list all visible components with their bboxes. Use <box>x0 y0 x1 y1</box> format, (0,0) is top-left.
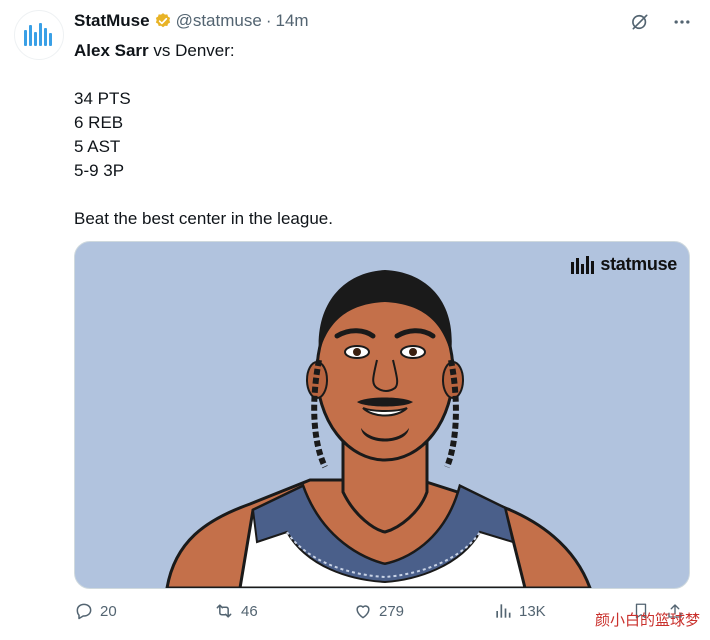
tweet-text-headline: Alex Sarr vs Denver: <box>74 39 684 63</box>
closing-line: Beat the best center in the league. <box>74 209 333 228</box>
player-illustration <box>165 270 592 588</box>
stat-line: 5-9 3P <box>74 161 125 180</box>
statmuse-logo-icon <box>571 255 595 274</box>
retweet-icon <box>216 604 232 618</box>
views-count: 13K <box>519 602 546 620</box>
grok-icon <box>632 14 648 30</box>
more-icon <box>674 20 690 24</box>
separator: · <box>265 11 272 30</box>
reply-icon <box>76 603 92 620</box>
statmuse-watermark-logo: statmuse <box>570 254 677 275</box>
watermark-text: 颜小白的篮球梦 <box>594 611 700 629</box>
more-button[interactable] <box>670 10 694 34</box>
views-icon <box>496 604 511 618</box>
stat-line: 6 REB <box>74 113 124 132</box>
display-name[interactable]: StatMuse <box>74 11 150 31</box>
tweet-header: StatMuse @statmuse · 14m <box>74 10 309 32</box>
avatar[interactable] <box>14 10 64 60</box>
player-name: Alex Sarr <box>74 41 149 60</box>
timestamp[interactable]: 14m <box>275 11 308 31</box>
stat-line: 5 AST <box>74 137 121 156</box>
views-button[interactable]: 13K <box>493 601 546 621</box>
retweet-count: 46 <box>241 602 258 620</box>
verified-badge-icon <box>155 13 170 28</box>
reply-button[interactable]: 20 <box>74 601 117 621</box>
stat-line: 34 PTS <box>74 89 131 108</box>
retweet-button[interactable]: 46 <box>213 601 258 621</box>
tweet-text: Alex Sarr vs Denver: 34 PTS 6 REB 5 AST … <box>74 39 684 231</box>
grok-button[interactable] <box>628 10 652 34</box>
like-count: 279 <box>379 602 405 620</box>
tweet: StatMuse @statmuse · 14m Alex Sarr vs De… <box>0 0 710 640</box>
top-actions <box>628 10 694 34</box>
like-icon <box>356 605 370 619</box>
statmuse-logo-icon <box>24 23 52 46</box>
like-button[interactable]: 279 <box>353 601 404 621</box>
media-image[interactable]: statmuse <box>74 241 690 589</box>
opponent-text: vs Denver: <box>148 41 235 60</box>
reply-count: 20 <box>100 602 117 620</box>
handle[interactable]: @statmuse <box>176 11 262 31</box>
logo-text: statmuse <box>600 254 677 274</box>
